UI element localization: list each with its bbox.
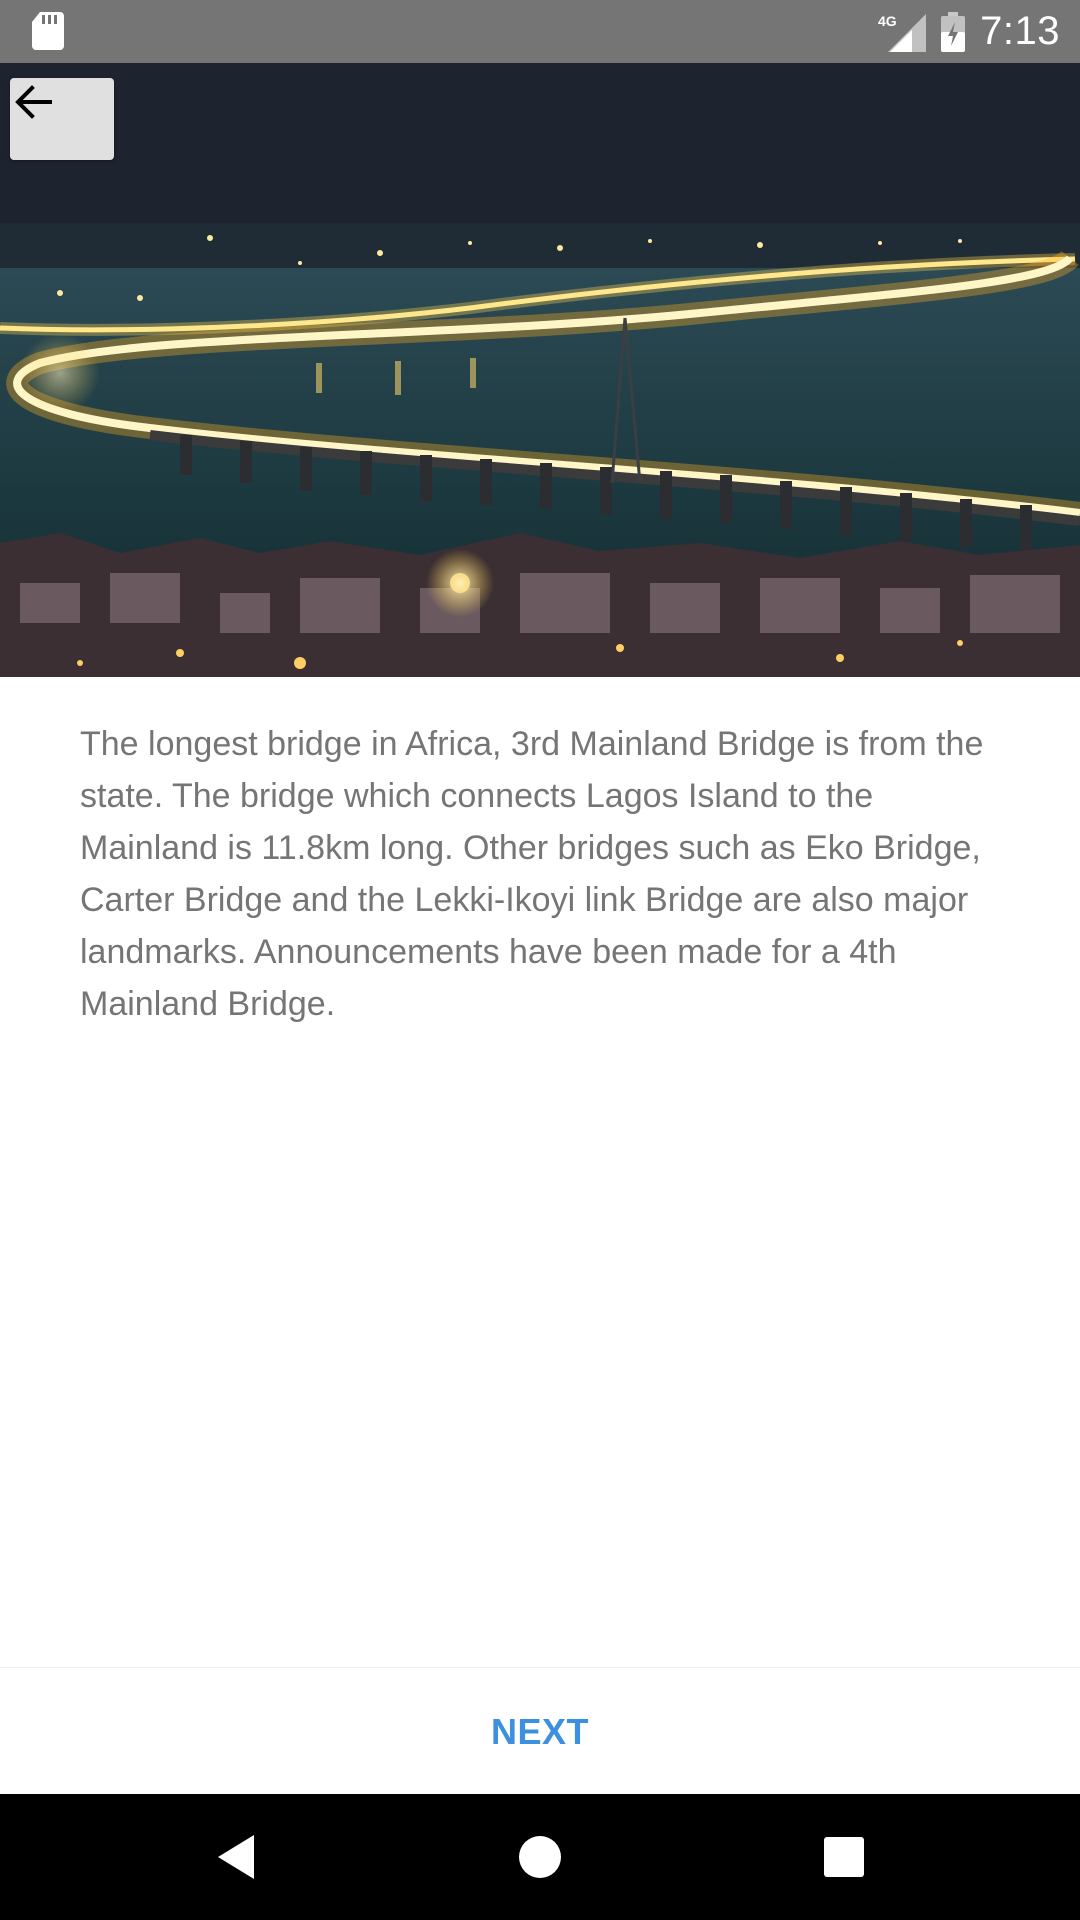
back-button[interactable] <box>10 78 114 160</box>
signal-icon: 4G <box>878 13 927 52</box>
description-text: The longest bridge in Africa, 3rd Mainla… <box>80 725 984 1023</box>
nav-home-button[interactable] <box>500 1794 580 1920</box>
bridge-illustration <box>0 63 1080 677</box>
nav-recents-icon <box>824 1837 864 1877</box>
nav-back-icon <box>218 1835 254 1879</box>
bottom-divider <box>0 1667 1080 1668</box>
navigation-bar <box>0 1794 1080 1920</box>
nav-home-icon <box>519 1836 561 1878</box>
status-bar: 4G 7:13 <box>0 0 1080 63</box>
hero-image <box>0 63 1080 677</box>
battery-charging-icon <box>941 11 966 52</box>
nav-back-button[interactable] <box>196 1794 276 1920</box>
next-button[interactable]: NEXT <box>440 1700 640 1764</box>
nav-recents-button[interactable] <box>804 1794 884 1920</box>
network-type-label: 4G <box>878 13 897 29</box>
status-time: 7:13 <box>980 9 1060 53</box>
sd-card-icon <box>32 12 64 50</box>
arrow-left-icon <box>15 85 52 119</box>
